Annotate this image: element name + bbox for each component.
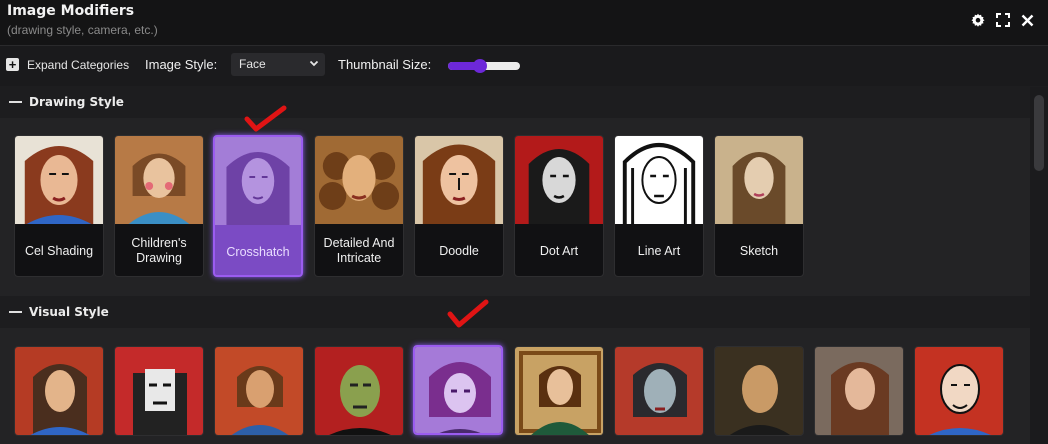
thumbnail-image — [715, 136, 803, 224]
modifier-card[interactable] — [314, 346, 404, 436]
page-subtitle: (drawing style, camera, etc.) — [7, 23, 158, 37]
section-title: Visual Style — [29, 305, 109, 319]
expand-categories-icon[interactable]: + — [6, 58, 19, 71]
thumbnail-image — [15, 136, 103, 224]
modal-header: Image Modifiers (drawing style, camera, … — [0, 0, 1048, 46]
collapse-icon — [9, 101, 22, 103]
modifier-card-childrens-drawing[interactable]: Children's Drawing — [114, 135, 204, 277]
modifier-card[interactable] — [914, 346, 1004, 436]
thumbnail-image — [515, 136, 603, 224]
modifier-card[interactable] — [214, 346, 304, 436]
image-style-label: Image Style: — [145, 57, 218, 72]
modifier-label: Dot Art — [539, 243, 579, 258]
modifier-card[interactable] — [114, 346, 204, 436]
modifier-label: Detailed And Intricate — [323, 236, 395, 265]
modifier-label: Cel Shading — [24, 243, 94, 258]
drawing-style-grid: Cel Shading Children's Drawing Crosshatc… — [0, 118, 1030, 296]
section-visual-style[interactable]: Visual Style — [0, 297, 1030, 327]
checkmark-icon — [244, 105, 287, 132]
thumbnail-image — [415, 136, 503, 224]
modifier-card-sketch[interactable]: Sketch — [714, 135, 804, 277]
thumbnail-image — [215, 347, 303, 435]
collapse-icon — [9, 311, 22, 313]
modifier-card[interactable] — [714, 346, 804, 436]
thumbnail-image — [715, 347, 803, 435]
thumbnail-image — [315, 136, 403, 224]
modifier-card-crosshatch[interactable]: Crosshatch — [213, 135, 303, 277]
modifier-card[interactable] — [14, 346, 104, 436]
modifier-label: Sketch — [739, 243, 779, 258]
modifier-card-doodle[interactable]: Doodle — [414, 135, 504, 277]
modifier-label: Doodle — [439, 243, 479, 258]
modifier-card-selected[interactable] — [413, 345, 503, 435]
thumbnail-image — [615, 136, 703, 224]
visual-style-grid — [0, 328, 1030, 444]
modifier-label: Line Art — [637, 243, 681, 258]
modifier-card[interactable] — [814, 346, 904, 436]
thumbnail-size-label: Thumbnail Size: — [338, 57, 432, 72]
image-style-value: Face — [239, 57, 266, 71]
image-style-select[interactable]: Face — [231, 53, 325, 76]
thumbnail-image — [815, 347, 903, 435]
modifier-card-detailed-and-intricate[interactable]: Detailed And Intricate — [314, 135, 404, 277]
modifier-card[interactable] — [514, 346, 604, 436]
chevron-down-icon — [309, 57, 319, 71]
section-drawing-style[interactable]: Drawing Style — [0, 87, 1030, 117]
modifier-card[interactable] — [614, 346, 704, 436]
scrollbar-thumb[interactable] — [1034, 95, 1044, 171]
thumbnail-image — [915, 347, 1003, 435]
close-icon[interactable] — [1018, 11, 1036, 29]
modifier-card-cel-shading[interactable]: Cel Shading — [14, 135, 104, 277]
thumbnail-image — [115, 136, 203, 224]
fullscreen-icon[interactable] — [994, 11, 1012, 29]
section-title: Drawing Style — [29, 95, 124, 109]
modifier-card-line-art[interactable]: Line Art — [614, 135, 704, 277]
expand-categories-button[interactable]: Expand Categories — [27, 58, 129, 72]
scrollbar[interactable] — [1030, 87, 1048, 444]
slider-handle[interactable] — [473, 59, 488, 73]
checkmark-icon — [447, 299, 489, 328]
thumbnail-image — [215, 137, 301, 225]
thumbnail-image — [315, 347, 403, 435]
modifier-card-dot-art[interactable]: Dot Art — [514, 135, 604, 277]
thumbnail-image — [415, 347, 501, 433]
page-title: Image Modifiers — [7, 3, 135, 19]
thumbnail-image — [115, 347, 203, 435]
gear-icon[interactable] — [969, 11, 987, 29]
thumbnail-image — [615, 347, 703, 435]
toolbar: + Expand Categories Image Style: Face Th… — [0, 46, 1048, 86]
thumbnail-image — [15, 347, 103, 435]
modifier-label: Children's Drawing — [131, 236, 187, 265]
modifier-label: Crosshatch — [226, 244, 290, 259]
thumbnail-image — [515, 347, 603, 435]
